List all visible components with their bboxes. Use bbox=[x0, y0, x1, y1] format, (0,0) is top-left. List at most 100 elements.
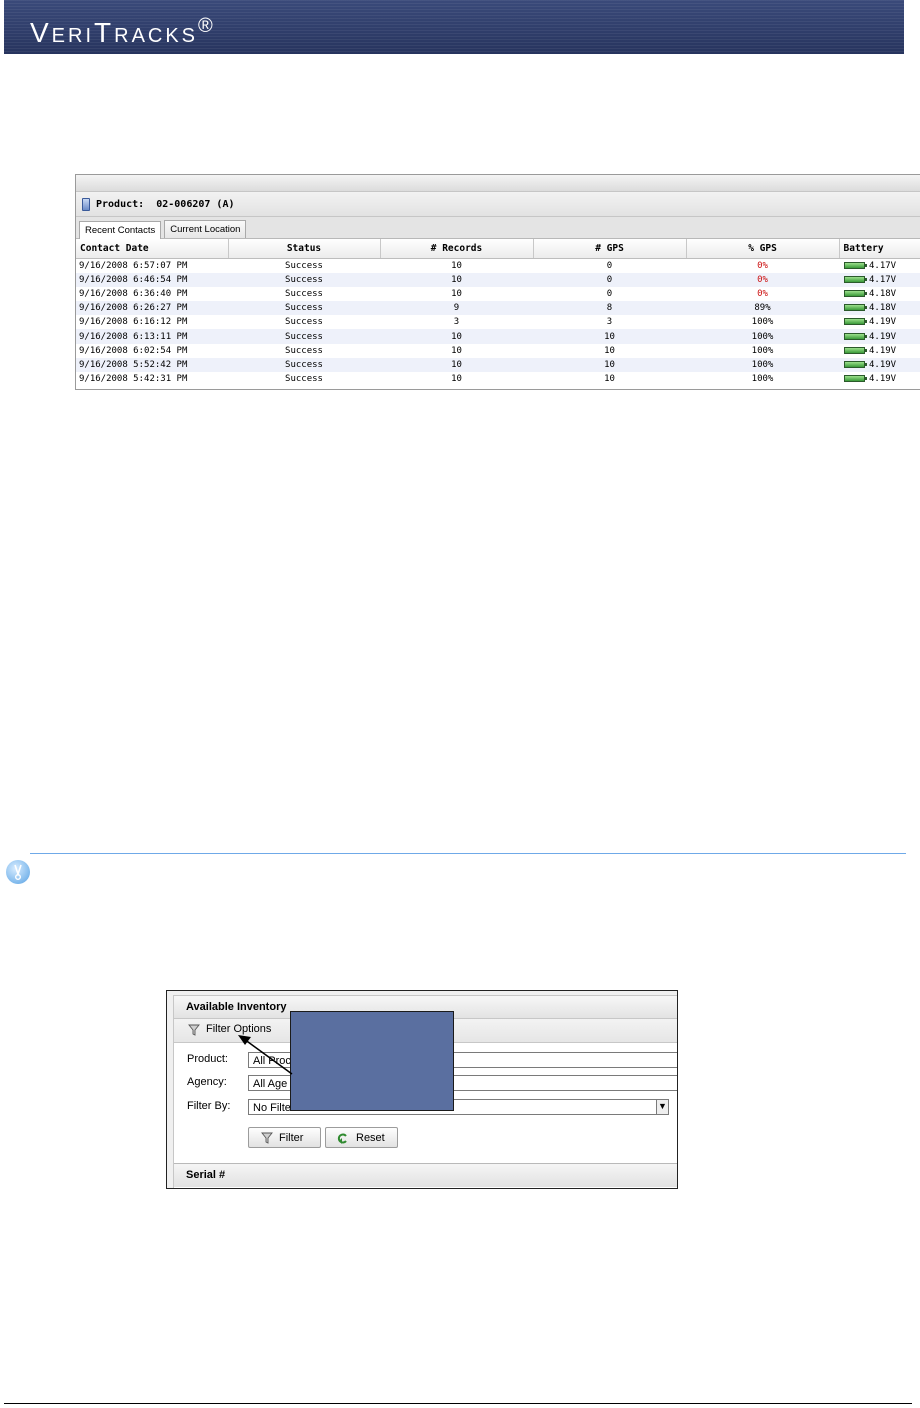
status-cell: Success bbox=[228, 329, 380, 344]
contact-date-cell: 9/16/2008 6:26:27 PM bbox=[76, 301, 228, 316]
battery-voltage: 4.17V bbox=[869, 261, 897, 272]
filter-button[interactable]: Filter bbox=[248, 1127, 321, 1148]
battery-icon bbox=[844, 332, 867, 340]
reset-arrow-icon bbox=[337, 1133, 347, 1144]
gps-cell: 8 bbox=[533, 301, 686, 316]
battery-icon bbox=[844, 346, 867, 354]
column-header-battery[interactable]: Battery bbox=[839, 239, 920, 259]
battery-cell: 4.18V bbox=[839, 301, 920, 316]
battery-voltage: 4.18V bbox=[869, 303, 897, 314]
pct-gps-cell: 0% bbox=[757, 261, 768, 272]
table-row[interactable]: 9/16/2008 6:26:27 PM Success 9 8 89% 4.18V bbox=[76, 301, 920, 316]
table-row[interactable]: 9/16/2008 6:36:40 PM Success 10 0 0% 4.18V bbox=[76, 287, 920, 301]
status-cell: Success bbox=[285, 345, 323, 356]
contact-date-cell: 9/16/2008 6:16:12 PM bbox=[79, 317, 188, 328]
battery-icon bbox=[844, 290, 867, 298]
records-cell: 10 bbox=[451, 373, 462, 384]
filter-by-value: No Filter bbox=[253, 1102, 295, 1114]
product-contacts-panel: Product: 02-006207 (A) Recent Contacts C… bbox=[75, 174, 920, 390]
pct-gps-cell: 0% bbox=[686, 273, 839, 288]
records-cell: 3 bbox=[453, 317, 460, 328]
registered-mark: ® bbox=[198, 15, 213, 37]
table-row[interactable]: 9/16/2008 6:57:07 PM Success 10 0 0% 4.17V bbox=[76, 259, 920, 274]
filter-options-label[interactable]: Filter Options bbox=[206, 1023, 271, 1035]
table-row[interactable]: 9/16/2008 6:46:54 PM Success 10 0 0% 4.17V bbox=[76, 273, 920, 288]
battery-cell: 4.19V bbox=[839, 344, 920, 358]
records-cell: 10 bbox=[380, 273, 533, 288]
battery-icon bbox=[844, 262, 867, 270]
gps-cell: 10 bbox=[604, 345, 615, 356]
product-label: Product: bbox=[96, 198, 145, 210]
contact-date-cell: 9/16/2008 6:02:54 PM bbox=[79, 345, 188, 356]
battery-icon bbox=[844, 318, 867, 326]
tab-recent-contacts[interactable]: Recent Contacts bbox=[79, 221, 162, 239]
status-cell: Success bbox=[285, 373, 323, 384]
status-cell: Success bbox=[285, 261, 323, 272]
battery-cell: 4.19V bbox=[839, 329, 920, 344]
table-header-row: Contact Date Status # Records # GPS % GP… bbox=[76, 239, 920, 259]
callout-box bbox=[290, 1011, 454, 1111]
pct-gps-cell: 89% bbox=[686, 301, 839, 316]
pct-gps-cell: 100% bbox=[686, 357, 839, 372]
column-header-status[interactable]: Status bbox=[228, 239, 381, 259]
battery-icon bbox=[844, 276, 867, 284]
records-cell: 10 bbox=[380, 357, 533, 372]
battery-voltage: 4.19V bbox=[869, 331, 897, 342]
column-header-pct-gps[interactable]: % GPS bbox=[686, 239, 840, 259]
pct-gps-cell: 0% bbox=[757, 289, 768, 300]
contact-date-cell: 9/16/2008 6:57:07 PM bbox=[79, 261, 188, 272]
battery-icon bbox=[844, 304, 867, 312]
status-cell: Success bbox=[228, 357, 380, 372]
contact-date-cell: 9/16/2008 6:36:40 PM bbox=[79, 289, 188, 300]
status-cell: Success bbox=[228, 301, 380, 316]
veritracks-logo: VeriTracks® bbox=[30, 6, 213, 53]
gps-cell: 10 bbox=[604, 373, 615, 384]
battery-cell: 4.19V bbox=[839, 315, 920, 329]
product-header: Product: 02-006207 (A) bbox=[76, 192, 920, 217]
contact-date-cell: 9/16/2008 6:13:11 PM bbox=[76, 329, 228, 344]
panel-top-bar bbox=[76, 175, 920, 192]
table-row[interactable]: 9/16/2008 6:13:11 PM Success 10 10 100% 4.19V bbox=[76, 329, 920, 344]
lightbulb-icon bbox=[6, 860, 30, 884]
battery-icon bbox=[844, 374, 867, 382]
column-header-contact-date[interactable]: Contact Date bbox=[76, 239, 229, 259]
table-row[interactable]: 9/16/2008 5:42:31 PM Success 10 10 100% 4.19V bbox=[76, 372, 920, 386]
header-banner: VeriTracks® bbox=[4, 0, 904, 54]
contact-date-cell: 9/16/2008 5:42:31 PM bbox=[79, 373, 188, 384]
contacts-table-body: 9/16/2008 6:57:07 PM Success 10 0 0% 4.17V 9/1… bbox=[76, 259, 920, 386]
column-header-records[interactable]: # Records bbox=[380, 239, 534, 259]
gps-cell: 10 bbox=[533, 329, 686, 344]
contact-date-cell: 9/16/2008 5:52:42 PM bbox=[76, 357, 228, 372]
records-cell: 9 bbox=[380, 301, 533, 316]
column-header-serial[interactable]: Serial # bbox=[174, 1163, 677, 1187]
reset-button[interactable]: Reset bbox=[325, 1127, 398, 1148]
table-row[interactable]: 9/16/2008 6:16:12 PM Success 3 3 100% 4.19V bbox=[76, 315, 920, 329]
table-row[interactable]: 9/16/2008 6:02:54 PM Success 10 10 100% 4.19V bbox=[76, 344, 920, 358]
tab-current-location[interactable]: Current Location bbox=[164, 220, 247, 238]
records-cell: 10 bbox=[380, 329, 533, 344]
footer-rule bbox=[4, 1403, 912, 1404]
gps-cell: 3 bbox=[606, 317, 613, 328]
pct-gps-cell: 100% bbox=[751, 345, 774, 356]
battery-voltage: 4.17V bbox=[869, 275, 897, 286]
status-cell: Success bbox=[285, 289, 323, 300]
battery-cell: 4.17V bbox=[839, 273, 920, 288]
column-header-gps[interactable]: # GPS bbox=[533, 239, 687, 259]
logo-text: VeriTracks bbox=[30, 17, 199, 48]
gps-cell: 0 bbox=[606, 289, 613, 300]
battery-cell: 4.17V bbox=[839, 259, 920, 274]
filter-button-label: Filter bbox=[279, 1132, 304, 1144]
battery-voltage: 4.18V bbox=[869, 289, 897, 300]
status-cell: Success bbox=[285, 317, 323, 328]
status-cell: Success bbox=[228, 273, 380, 288]
battery-icon bbox=[844, 360, 867, 368]
records-cell: 10 bbox=[451, 345, 462, 356]
battery-voltage: 4.19V bbox=[869, 345, 897, 356]
battery-voltage: 4.19V bbox=[869, 373, 897, 384]
chevron-down-icon[interactable]: ▼ bbox=[656, 1100, 668, 1114]
reset-button-label: Reset bbox=[356, 1132, 385, 1144]
table-row[interactable]: 9/16/2008 5:52:42 PM Success 10 10 100% 4.19V bbox=[76, 357, 920, 372]
battery-cell: 4.18V bbox=[839, 287, 920, 301]
contacts-table: Contact Date Status # Records # GPS % GP… bbox=[76, 239, 920, 386]
filter-by-label: Filter By: bbox=[187, 1100, 231, 1112]
